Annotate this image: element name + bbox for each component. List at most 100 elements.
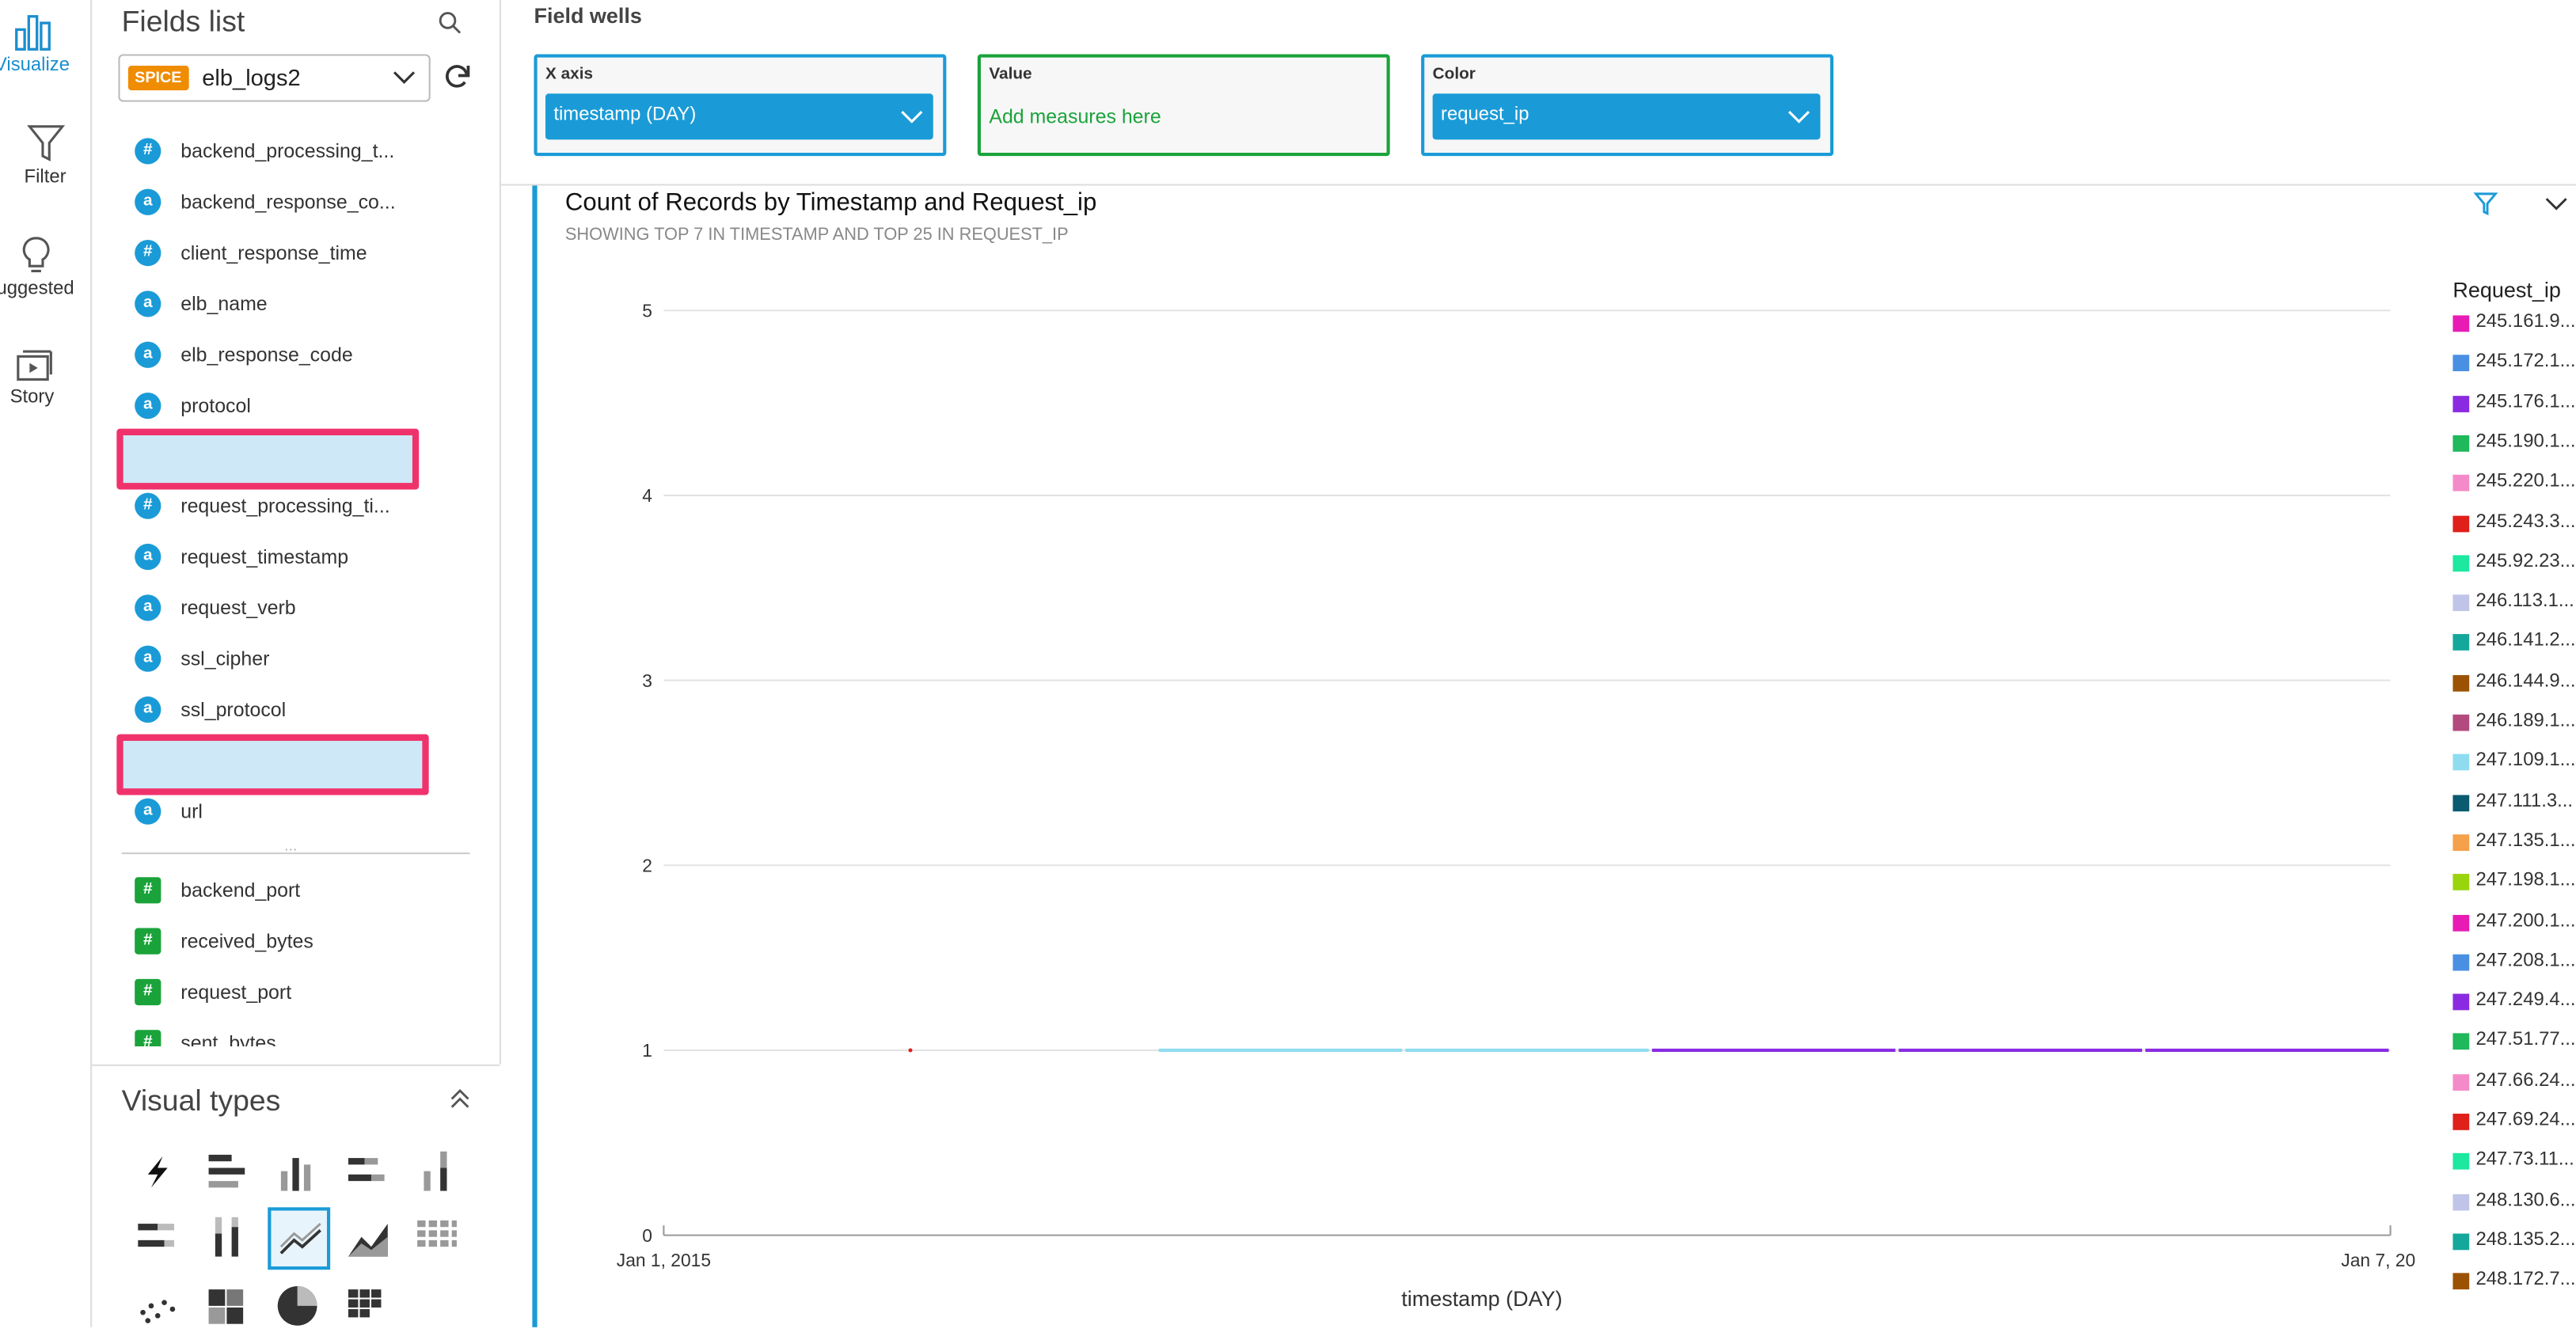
field-label: request_processing_ti... <box>180 495 390 518</box>
series-point[interactable] <box>908 1048 913 1053</box>
field-item[interactable]: a ssl_cipher <box>135 642 414 678</box>
field-label: received_bytes <box>180 929 313 953</box>
bar-chart-icon <box>14 15 50 51</box>
string-field-icon: a <box>135 797 161 825</box>
legend-swatch <box>2453 754 2470 771</box>
x-tick-label: Jan 1, 2015 <box>617 1250 711 1270</box>
search-icon[interactable] <box>437 9 463 36</box>
measure-field-item[interactable]: # request_port <box>135 975 414 1012</box>
string-field-icon: a <box>135 544 161 571</box>
legend-label: 247.66.24... <box>2475 1070 2576 1091</box>
legend-label: 247.51.77... <box>2475 1031 2576 1050</box>
field-label: sent_bytes <box>180 1031 276 1046</box>
spice-badge: SPICE <box>127 66 188 91</box>
legend-swatch <box>2453 1273 2470 1290</box>
field-label: backend_response_co... <box>180 190 396 214</box>
visual-types-panel: Visual types <box>92 1064 500 1332</box>
x-axis-well-label: X axis <box>545 66 594 84</box>
collapse-icon[interactable] <box>449 1088 472 1110</box>
chevron-down-icon <box>393 71 416 84</box>
string-field-icon: a <box>135 696 161 723</box>
horizontal-100-bar-icon[interactable] <box>128 1207 188 1266</box>
selected-field-highlight <box>116 429 420 491</box>
legend-label: 247.249.4... <box>2475 990 2576 1011</box>
color-well-label: Color <box>1432 66 1476 84</box>
field-item[interactable]: # backend_processing_t... <box>135 135 414 171</box>
string-field-icon: a <box>135 290 161 317</box>
field-item[interactable]: a request_timestamp <box>135 541 414 577</box>
rail-visualize[interactable]: Visualize <box>0 9 78 75</box>
field-label: ssl_protocol <box>180 697 287 721</box>
rail-suggested[interactable]: uggested <box>0 233 81 299</box>
field-item[interactable]: a protocol <box>135 389 414 425</box>
vertical-100-bar-icon[interactable] <box>198 1207 257 1266</box>
string-field-icon: a <box>135 340 161 368</box>
legend-swatch <box>2453 954 2470 971</box>
color-well[interactable]: Color request_ip <box>1421 54 1834 157</box>
rail-story[interactable]: Story <box>0 348 78 408</box>
numeric-field-icon: # <box>135 1029 161 1046</box>
legend-swatch <box>2453 1034 2470 1050</box>
field-item[interactable]: a elb_response_code <box>135 338 414 374</box>
horizontal-bar-icon[interactable] <box>198 1141 257 1201</box>
legend-swatch <box>2453 1153 2470 1171</box>
legend-swatch <box>2453 514 2470 532</box>
measure-field-item[interactable]: # sent_bytes <box>135 1026 414 1046</box>
numeric-field-icon: # <box>135 877 161 904</box>
field-label: request_verb <box>180 596 296 620</box>
measure-field-item[interactable]: # backend_port <box>135 874 414 910</box>
pie-chart-icon[interactable] <box>268 1273 327 1332</box>
scatter-plot-icon[interactable] <box>128 1273 188 1332</box>
field-item[interactable]: a url <box>135 795 414 831</box>
field-item[interactable]: # client_response_time <box>135 236 414 272</box>
selected-field-highlight <box>116 734 429 795</box>
field-label: elb_name <box>180 291 268 315</box>
legend-label: 245.220.1... <box>2475 472 2576 492</box>
field-item[interactable]: a request_verb <box>135 591 414 628</box>
left-rail: Visualize Filter uggested Story <box>0 0 93 1327</box>
y-tick-label: 3 <box>642 670 652 691</box>
lightbulb-icon <box>21 237 49 272</box>
field-item[interactable]: a ssl_protocol <box>135 693 414 730</box>
x-axis-well[interactable]: X axis timestamp (DAY) <box>534 54 947 157</box>
field-label: elb_response_code <box>180 342 353 366</box>
legend-label: 245.243.3... <box>2475 511 2576 532</box>
field-label: protocol <box>180 393 251 417</box>
line-chart-icon[interactable] <box>268 1207 331 1270</box>
field-label: ssl_cipher <box>180 647 270 670</box>
legend-title: Request_ip <box>2453 277 2561 302</box>
stacked-horizontal-bar-icon[interactable] <box>337 1141 397 1201</box>
stacked-vertical-bar-icon[interactable] <box>408 1141 467 1201</box>
legend-swatch <box>2453 874 2470 891</box>
string-field-icon: a <box>135 645 161 672</box>
heat-map-icon[interactable] <box>198 1273 257 1332</box>
autograph-icon[interactable] <box>128 1141 188 1201</box>
measure-field-item[interactable]: # received_bytes <box>135 924 414 961</box>
x-axis-field-value: timestamp (DAY) <box>553 104 697 125</box>
tree-map-icon[interactable] <box>337 1273 397 1332</box>
x-axis-field-pill[interactable]: timestamp (DAY) <box>545 93 933 140</box>
refresh-icon[interactable] <box>443 63 471 90</box>
chevron-down-icon <box>1788 111 1810 123</box>
legend-label: 248.172.7... <box>2475 1270 2576 1290</box>
numeric-field-icon: # <box>135 239 161 266</box>
legend-swatch <box>2453 594 2470 612</box>
y-tick-label: 1 <box>642 1040 652 1061</box>
field-label: backend_port <box>180 879 301 902</box>
legend-label: 248.135.2... <box>2475 1230 2576 1251</box>
pivot-table-icon[interactable] <box>408 1207 467 1266</box>
field-wells-title: Field wells <box>534 3 642 28</box>
color-field-pill[interactable]: request_ip <box>1432 93 1821 140</box>
value-well[interactable]: Value Add measures here <box>977 54 1390 157</box>
chart-visual[interactable]: Count of Records by Timestamp and Reques… <box>532 185 2576 1327</box>
vertical-bar-icon[interactable] <box>268 1141 327 1201</box>
rail-suggested-label: uggested <box>0 279 74 299</box>
dataset-select[interactable]: SPICE elb_logs2 <box>118 54 431 102</box>
area-chart-icon[interactable] <box>337 1207 397 1266</box>
rail-filter[interactable]: Filter <box>0 122 90 188</box>
resize-handle[interactable]: ⋯ <box>284 843 299 858</box>
field-item[interactable]: # request_processing_ti... <box>135 490 414 526</box>
field-item[interactable]: a elb_name <box>135 287 414 324</box>
rail-story-label: Story <box>9 387 55 408</box>
field-item[interactable]: a backend_response_co... <box>135 185 414 222</box>
